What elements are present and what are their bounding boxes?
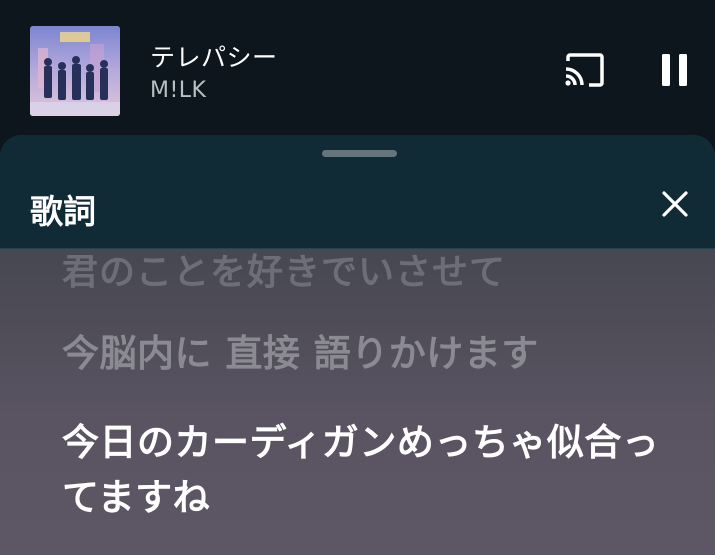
- lyrics-sheet-header: 歌詞: [0, 135, 715, 249]
- app-root: テレパシー M!LK 君のことを好きでいさせて 今脳内に 直接 語りかけます 今…: [0, 0, 715, 555]
- cast-icon: [565, 53, 604, 87]
- lyrics-title: 歌詞: [30, 192, 96, 231]
- mini-player[interactable]: テレパシー M!LK: [0, 0, 715, 145]
- lyric-line-previous: 今脳内に 直接 語りかけます: [62, 332, 539, 375]
- album-cover-image: [30, 26, 120, 116]
- lyrics-sheet: 君のことを好きでいさせて 今脳内に 直接 語りかけます 今日のカーディガンめっち…: [0, 135, 715, 555]
- close-icon: [662, 191, 688, 217]
- lyric-line-current: 今日のカーディガンめっちゃ似合ってますね: [62, 421, 660, 519]
- pause-icon: [662, 54, 687, 86]
- track-title[interactable]: テレパシー: [150, 38, 278, 74]
- track-artist[interactable]: M!LK: [150, 78, 206, 103]
- drag-handle[interactable]: [322, 150, 397, 157]
- pause-button[interactable]: [660, 52, 690, 88]
- lyric-line-previous-faded: 君のことを好きでいさせて: [62, 252, 507, 293]
- album-art[interactable]: [30, 26, 120, 116]
- close-button[interactable]: [660, 189, 690, 219]
- cast-button[interactable]: [562, 52, 606, 90]
